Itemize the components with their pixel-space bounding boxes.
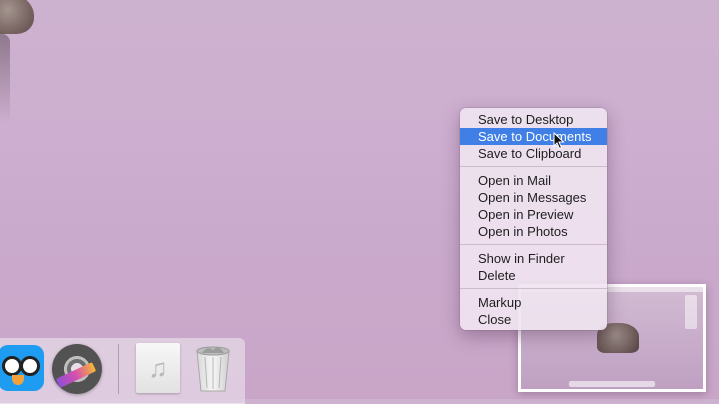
final-cut-icon[interactable] — [52, 344, 102, 394]
rock-reflection — [0, 34, 10, 124]
tweetbot-eye-left — [2, 356, 22, 376]
tweetbot-eye-right — [20, 356, 40, 376]
dock-divider — [118, 344, 119, 394]
trash-icon[interactable] — [192, 343, 234, 393]
music-file-icon[interactable]: ♫ — [136, 343, 180, 393]
menu-item-save-to-documents[interactable]: Save to Documents — [460, 128, 607, 145]
menu-item-save-to-desktop[interactable]: Save to Desktop — [460, 111, 607, 128]
menu-separator — [460, 166, 607, 167]
film-strip — [55, 362, 97, 388]
menu-item-open-in-messages[interactable]: Open in Messages — [460, 189, 607, 206]
menu-item-show-in-finder[interactable]: Show in Finder — [460, 250, 607, 267]
thumbnail-dock — [569, 381, 655, 387]
tweetbot-mouth — [12, 375, 24, 385]
menu-item-open-in-photos[interactable]: Open in Photos — [460, 223, 607, 240]
menu-separator — [460, 244, 607, 245]
menu-item-save-to-clipboard[interactable]: Save to Clipboard — [460, 145, 607, 162]
menu-item-delete[interactable]: Delete — [460, 267, 607, 284]
menu-item-open-in-mail[interactable]: Open in Mail — [460, 172, 607, 189]
thumbnail-menu — [685, 295, 697, 329]
rock-formation — [0, 0, 34, 34]
menu-item-open-in-preview[interactable]: Open in Preview — [460, 206, 607, 223]
menu-item-markup[interactable]: Markup — [460, 294, 607, 311]
context-menu: Save to Desktop Save to Documents Save t… — [460, 108, 607, 330]
menu-separator — [460, 288, 607, 289]
mouse-cursor-icon — [553, 132, 565, 150]
menu-item-close[interactable]: Close — [460, 311, 607, 328]
tweetbot-icon[interactable] — [0, 345, 44, 391]
